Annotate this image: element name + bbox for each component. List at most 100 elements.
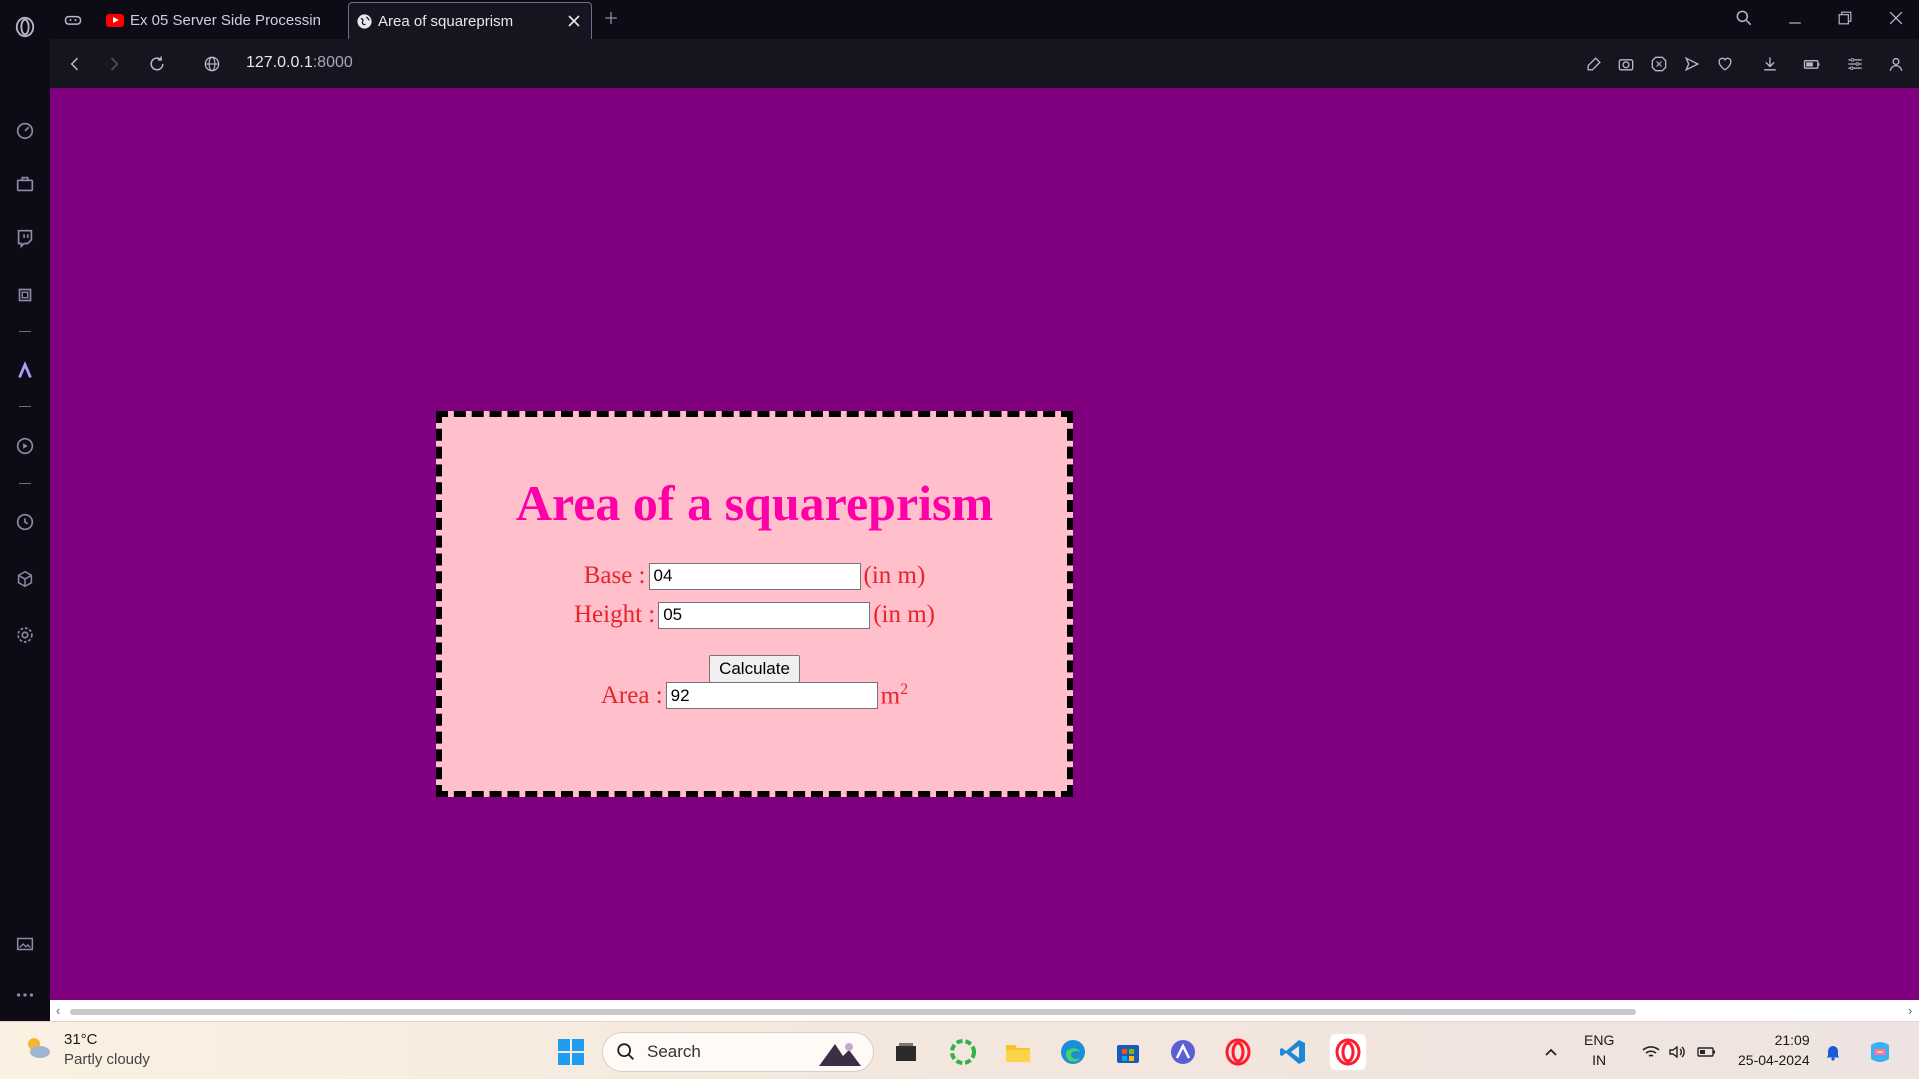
temperature: 31°C (64, 1031, 98, 1048)
heart-icon[interactable] (1713, 52, 1737, 76)
file-explorer-icon[interactable] (1000, 1034, 1036, 1070)
globe-icon (356, 13, 373, 30)
clock-date: 25-04-2024 (1738, 1052, 1810, 1068)
weather-condition: Partly cloudy (64, 1051, 150, 1068)
sidebar-divider (19, 331, 31, 332)
calculator-card: Area of a squareprism Base : (in m) Heig… (436, 411, 1073, 797)
height-unit: (in m) (873, 601, 936, 628)
scroll-left-icon[interactable]: ‹ (56, 1003, 60, 1018)
tab-ex05[interactable]: Ex 05 Server Side Processin (104, 2, 388, 39)
aria-icon[interactable] (12, 358, 38, 384)
search-icon (617, 1043, 634, 1060)
twitch-icon[interactable] (12, 225, 38, 251)
base-input[interactable] (648, 562, 861, 590)
address-bar: 127.0.0.1:8000 (50, 39, 1919, 88)
area-unit: m2 (881, 681, 908, 710)
edge-icon[interactable] (1055, 1034, 1091, 1070)
volume-icon[interactable] (1662, 1034, 1692, 1070)
minimize-icon[interactable] (1783, 6, 1807, 30)
notification-bell-icon[interactable] (1818, 1034, 1848, 1070)
page-title: Area of a squareprism (515, 475, 994, 531)
calculate-button-wrap: Calculate (442, 655, 1067, 683)
scroll-right-icon[interactable]: › (1908, 1003, 1912, 1018)
windows-start-icon[interactable] (553, 1034, 589, 1070)
site-info-globe-icon[interactable] (200, 52, 224, 76)
gallery-icon[interactable] (12, 931, 38, 957)
edit-icon[interactable] (1582, 52, 1606, 76)
cpu-icon[interactable] (12, 282, 38, 308)
area-unit-base: m (880, 682, 901, 710)
send-icon[interactable] (1680, 52, 1704, 76)
url-field[interactable]: 127.0.0.1:8000 (246, 54, 353, 72)
aria-app-icon[interactable] (1165, 1034, 1201, 1070)
vscode-icon[interactable] (1275, 1034, 1311, 1070)
language-indicator[interactable]: ENG IN (1584, 1030, 1614, 1070)
taskbar-search[interactable]: Search (602, 1032, 874, 1072)
sidebar-divider (19, 406, 31, 407)
horizontal-scrollbar[interactable]: ‹ › (50, 1000, 1919, 1021)
tab-label: Ex 05 Server Side Processin (130, 12, 321, 29)
base-row: Base : (in m) (442, 562, 1067, 590)
url-port: :8000 (312, 54, 353, 71)
tab-area-squareprism[interactable]: Area of squareprism (348, 2, 592, 39)
app-ring-icon[interactable] (945, 1034, 981, 1070)
clock-time: 21:09 (1774, 1032, 1810, 1048)
base-label: Base : (583, 562, 646, 589)
calculate-button[interactable]: Calculate (709, 655, 800, 683)
show-hidden-icons-icon[interactable] (1536, 1034, 1566, 1070)
camera-icon[interactable] (1614, 52, 1638, 76)
download-icon[interactable] (1758, 52, 1782, 76)
extensions-cube-icon[interactable] (12, 566, 38, 592)
opera-app-icon[interactable] (1220, 1034, 1256, 1070)
copilot-icon[interactable] (1862, 1034, 1898, 1070)
area-output[interactable] (665, 682, 878, 710)
height-input[interactable] (658, 601, 871, 629)
battery-saver-icon[interactable] (1800, 52, 1824, 76)
search-tabs-icon[interactable] (1732, 6, 1756, 30)
speed-dial-icon[interactable] (12, 117, 38, 143)
weather-widget[interactable]: 31°C Partly cloudy (22, 1030, 150, 1070)
height-row: Height : (in m) (442, 601, 1067, 629)
profile-icon[interactable] (1884, 52, 1908, 76)
search-highlight-icon (815, 1038, 863, 1068)
history-icon[interactable] (12, 509, 38, 535)
region-code: IN (1592, 1052, 1607, 1068)
browser-sidebar (0, 0, 50, 1021)
area-unit-exponent: 2 (900, 681, 909, 698)
area-row: Area : m2 (442, 681, 1067, 710)
battery-icon[interactable] (1692, 1034, 1722, 1070)
new-tab-plus-icon[interactable] (599, 6, 623, 30)
back-icon[interactable] (63, 52, 87, 76)
partly-cloudy-icon (22, 1032, 54, 1069)
scroll-thumb[interactable] (70, 1009, 1636, 1015)
forward-icon[interactable] (102, 52, 126, 76)
task-view-icon[interactable] (888, 1034, 924, 1070)
youtube-icon (106, 14, 124, 27)
sidebar-divider (19, 483, 31, 484)
tab-label: Area of squareprism (378, 12, 514, 30)
windows-taskbar: 31°C Partly cloudy Search ENG IN 21:09 2… (0, 1021, 1919, 1079)
easy-setup-icon[interactable] (1843, 52, 1867, 76)
ms-store-icon[interactable] (1110, 1034, 1146, 1070)
search-placeholder: Search (647, 1042, 701, 1061)
settings-gear-icon[interactable] (12, 622, 38, 648)
close-tab-icon[interactable] (565, 12, 583, 30)
player-icon[interactable] (12, 433, 38, 459)
more-dots-icon[interactable] (12, 982, 38, 1008)
gamepad-icon[interactable] (61, 8, 85, 32)
opera-logo-icon[interactable] (12, 14, 38, 40)
restore-window-icon[interactable] (1833, 6, 1857, 30)
base-unit: (in m) (863, 562, 926, 589)
opera-gx-active-icon[interactable] (1330, 1034, 1366, 1070)
area-label: Area : (600, 681, 663, 709)
tab-bar: Ex 05 Server Side Processin Area of squa… (50, 0, 1919, 39)
page-viewport: Area of a squareprism Base : (in m) Heig… (50, 88, 1919, 1000)
briefcase-icon[interactable] (12, 171, 38, 197)
reload-icon[interactable] (145, 52, 169, 76)
language-code: ENG (1584, 1032, 1615, 1048)
url-host: 127.0.0.1 (246, 54, 313, 71)
height-label: Height : (573, 601, 656, 628)
clock[interactable]: 21:09 25-04-2024 (1738, 1030, 1810, 1070)
close-window-icon[interactable] (1884, 6, 1908, 30)
adblock-icon[interactable] (1647, 52, 1671, 76)
